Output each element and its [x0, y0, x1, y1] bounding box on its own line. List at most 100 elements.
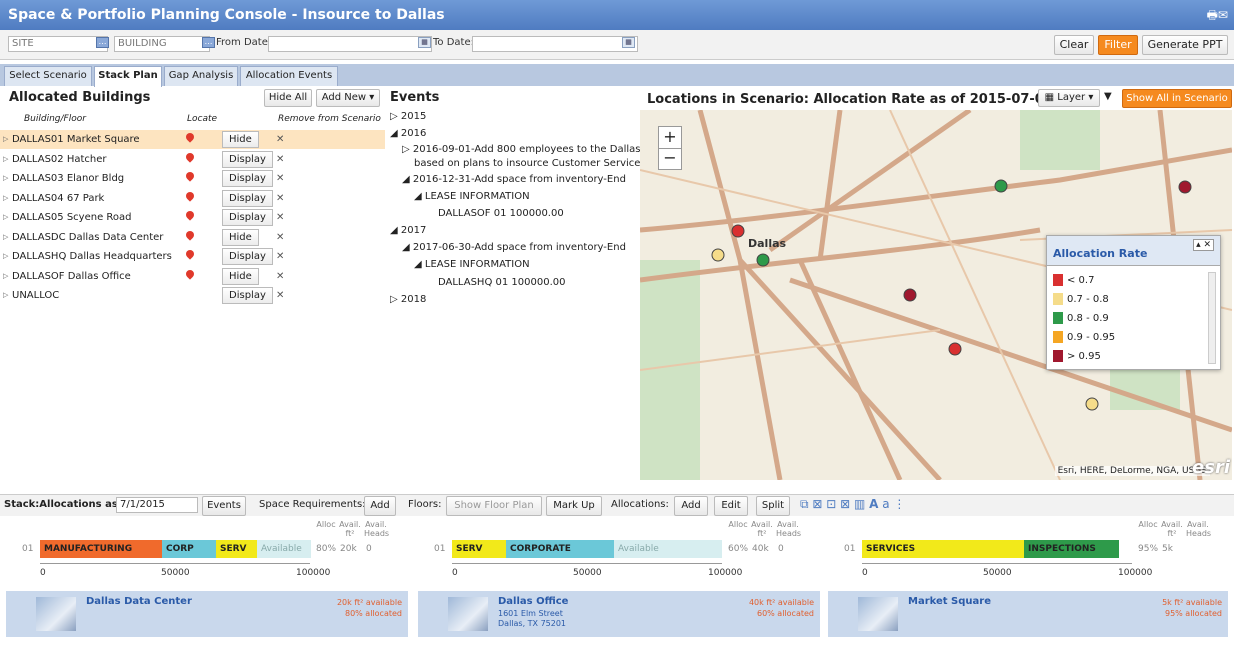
allocation-segment[interactable]: Available	[614, 540, 722, 558]
display-toggle-button[interactable]: Hide	[222, 267, 259, 285]
display-toggle-button[interactable]: Display	[222, 189, 273, 207]
remove-icon[interactable]: ✕	[276, 150, 284, 169]
locate-pin-icon[interactable]	[184, 170, 196, 182]
allocation-segment[interactable]: SERVICES	[862, 540, 1024, 558]
layer-button[interactable]: ▦ Layer ▾	[1038, 89, 1100, 107]
expand-icon[interactable]: ▷	[3, 208, 8, 227]
allocation-segment[interactable]: CORPORATE	[506, 540, 614, 558]
stack-date-field[interactable]: 7/1/2015	[116, 497, 198, 513]
remove-icon[interactable]: ✕	[276, 286, 284, 305]
expand-icon[interactable]: ▷	[3, 286, 8, 305]
hide-all-button[interactable]: Hide All	[264, 89, 312, 107]
building-card[interactable]: Market Square 5k ft² available 95% alloca…	[828, 591, 1228, 637]
building-field[interactable]: BUILDING	[114, 36, 210, 52]
event-year[interactable]: ▷ 2015	[390, 110, 426, 124]
locate-pin-icon[interactable]	[184, 209, 196, 221]
building-row[interactable]: ▷ UNALLOC Display ✕	[0, 286, 385, 305]
remove-icon[interactable]: ✕	[276, 130, 284, 149]
remove-icon[interactable]: ✕	[276, 247, 284, 266]
add-new-button[interactable]: Add New ▾	[316, 89, 380, 107]
remove-icon[interactable]: ✕	[276, 169, 284, 188]
expand-icon[interactable]: ▷	[3, 130, 8, 149]
calendar-icon[interactable]: ▦	[418, 37, 431, 48]
event-item[interactable]: ▷ 2016-09-01-Add 800 employees to the Da…	[402, 143, 666, 157]
building-picker-icon[interactable]: …	[202, 37, 215, 48]
display-toggle-button[interactable]: Display	[222, 150, 273, 168]
locate-pin-icon[interactable]	[184, 131, 196, 143]
zoom-out-button[interactable]: −	[659, 149, 681, 169]
add-allocation-button[interactable]: Add	[674, 496, 708, 516]
view-toggle-icons[interactable]: ⧉ ⊠ ⊡ ⊠ ▥ A a ⋮	[800, 497, 905, 512]
display-toggle-button[interactable]: Hide	[222, 131, 259, 148]
allocation-segment[interactable]: Available	[257, 540, 311, 558]
event-year[interactable]: ◢ 2016	[390, 127, 426, 141]
expand-icon[interactable]: ▷	[3, 267, 8, 286]
building-card[interactable]: Dallas Data Center 20k ft² available 80% …	[6, 591, 408, 637]
building-row[interactable]: ▷ DALLAS03 Elanor Bldg Display ✕	[0, 169, 385, 188]
expand-icon[interactable]: ▷	[3, 189, 8, 208]
zoom-in-button[interactable]: +	[659, 127, 681, 149]
display-toggle-button[interactable]: Display	[222, 209, 273, 226]
lease-info[interactable]: ◢ LEASE INFORMATION	[414, 190, 530, 204]
card-name[interactable]: Dallas Data Center	[86, 596, 192, 607]
dropdown-arrow-icon[interactable]: ▼	[1104, 91, 1112, 102]
building-row[interactable]: ▷ DALLAS01 Market Square Hide ✕	[0, 130, 385, 149]
display-toggle-button[interactable]: Display	[222, 170, 273, 187]
event-item[interactable]: ◢ 2017-06-30-Add space from inventory-En…	[402, 241, 626, 255]
card-name[interactable]: Market Square	[908, 596, 991, 607]
print-icon[interactable]: 🖶✉	[1207, 0, 1228, 30]
building-row[interactable]: ▷ DALLAS05 Scyene Road Display ✕	[0, 208, 385, 227]
expand-icon[interactable]: ▷	[3, 247, 8, 266]
allocation-segment[interactable]: SERV	[216, 540, 257, 558]
site-picker-icon[interactable]: …	[96, 37, 109, 48]
lease-info[interactable]: ◢ LEASE INFORMATION	[414, 258, 530, 272]
site-field[interactable]: SITE	[8, 36, 108, 52]
event-item[interactable]: ◢ 2016-12-31-Add space from inventory-En…	[402, 173, 626, 187]
locate-pin-icon[interactable]	[184, 267, 196, 280]
event-year[interactable]: ◢ 2017	[390, 224, 426, 238]
building-row[interactable]: ▷ DALLASOF Dallas Office Hide ✕	[0, 267, 385, 286]
show-floor-plan-button[interactable]: Show Floor Plan	[446, 496, 542, 516]
remove-icon[interactable]: ✕	[276, 267, 284, 286]
building-row[interactable]: ▷ DALLAS04 67 Park Display ✕	[0, 189, 385, 208]
legend-scrollbar[interactable]	[1208, 272, 1216, 364]
event-year[interactable]: ▷ 2018	[390, 293, 426, 307]
close-icon[interactable]: ▴ ✕	[1193, 239, 1214, 251]
building-row[interactable]: ▷ DALLASHQ Dallas Headquarters Display ✕	[0, 247, 385, 266]
tab-stack-plan[interactable]: Stack Plan	[94, 66, 162, 87]
allocation-segment[interactable]: SERV	[452, 540, 506, 558]
tab-select-scenario[interactable]: Select Scenario	[4, 66, 92, 86]
building-card[interactable]: Dallas Office 1601 Elm Street Dallas, TX …	[418, 591, 820, 637]
to-date-field[interactable]	[472, 36, 638, 52]
from-date-field[interactable]	[268, 36, 432, 52]
allocation-segment[interactable]: CORP	[162, 540, 216, 558]
remove-icon[interactable]: ✕	[276, 228, 284, 247]
expand-icon[interactable]: ▷	[3, 169, 8, 188]
add-space-button[interactable]: Add	[364, 496, 396, 516]
tab-allocation-events[interactable]: Allocation Events	[240, 66, 338, 86]
display-toggle-button[interactable]: Display	[222, 248, 273, 265]
remove-icon[interactable]: ✕	[276, 189, 284, 208]
building-row[interactable]: ▷ DALLASDC Dallas Data Center Hide ✕	[0, 228, 385, 247]
building-row[interactable]: ▷ DALLAS02 Hatcher Display ✕	[0, 150, 385, 169]
events-button[interactable]: Events	[202, 496, 246, 516]
locate-pin-icon[interactable]	[184, 228, 196, 241]
split-button[interactable]: Split	[756, 496, 790, 516]
allocation-segment[interactable]: INSPECTIONS	[1024, 540, 1119, 558]
mark-up-button[interactable]: Mark Up	[546, 496, 602, 516]
display-toggle-button[interactable]: Hide	[222, 228, 259, 246]
filter-button[interactable]: Filter	[1098, 35, 1138, 55]
allocation-segment[interactable]: MANUFACTURING	[40, 540, 162, 558]
calendar-icon[interactable]: ▦	[622, 37, 635, 48]
tab-gap-analysis[interactable]: Gap Analysis	[164, 66, 238, 86]
locate-pin-icon[interactable]	[184, 150, 196, 163]
expand-icon[interactable]: ▷	[3, 228, 8, 247]
show-all-button[interactable]: Show All in Scenario	[1122, 89, 1232, 108]
remove-icon[interactable]: ✕	[276, 208, 284, 227]
edit-button[interactable]: Edit	[714, 496, 748, 516]
locate-pin-icon[interactable]	[184, 248, 196, 260]
expand-icon[interactable]: ▷	[3, 150, 8, 169]
display-toggle-button[interactable]: Display	[222, 287, 273, 304]
clear-button[interactable]: Clear	[1054, 35, 1094, 55]
generate-ppt-button[interactable]: Generate PPT	[1142, 35, 1228, 55]
